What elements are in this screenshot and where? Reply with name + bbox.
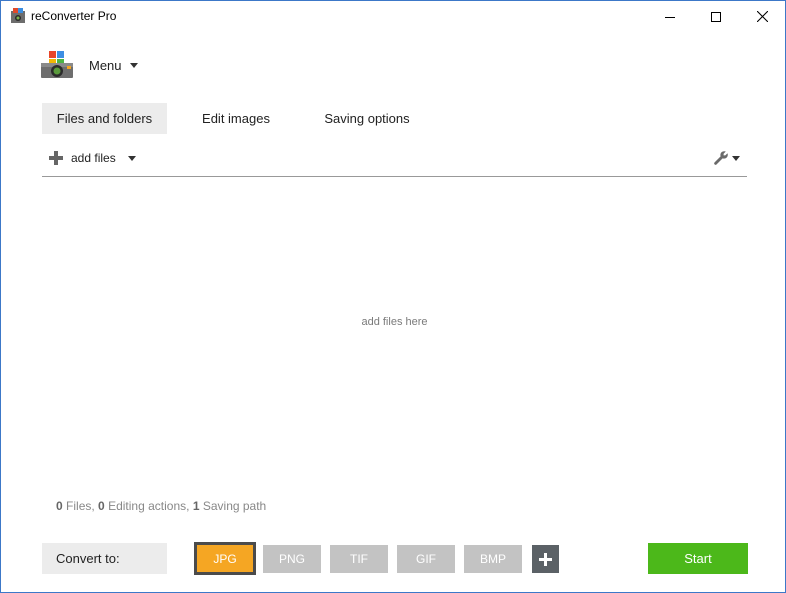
status-summary: 0 Files, 0 Editing actions, 1 Saving pat…	[56, 499, 266, 513]
maximize-button[interactable]	[693, 1, 739, 32]
file-drop-area[interactable]: add files here	[42, 177, 747, 477]
close-icon	[756, 11, 768, 22]
add-format-button[interactable]	[532, 545, 559, 573]
tab-files-and-folders[interactable]: Files and folders	[42, 103, 167, 134]
minimize-icon	[665, 16, 675, 18]
editing-label: Editing actions,	[108, 499, 190, 513]
saving-count: 1	[192, 499, 200, 513]
format-tif-button[interactable]: TIF	[330, 545, 388, 573]
add-files-label: add files	[71, 151, 116, 165]
chevron-down-icon	[129, 63, 138, 68]
maximize-icon	[711, 11, 721, 22]
menu-label: Menu	[89, 58, 122, 73]
format-jpg-button[interactable]: JPG	[194, 542, 256, 575]
title-bar[interactable]: reConverter Pro	[1, 1, 785, 32]
plus-icon	[49, 151, 63, 165]
minimize-button[interactable]	[647, 1, 693, 32]
wrench-icon	[714, 151, 728, 165]
settings-wrench-button[interactable]	[713, 150, 740, 166]
app-logo-icon[interactable]	[40, 49, 74, 81]
close-button[interactable]	[739, 1, 785, 32]
tab-edit-images[interactable]: Edit images	[186, 103, 286, 134]
format-png-button[interactable]: PNG	[263, 545, 321, 573]
add-files-button[interactable]: add files	[49, 149, 136, 167]
plus-icon	[539, 552, 552, 566]
saving-label: Saving path	[202, 499, 267, 513]
chevron-down-icon	[732, 155, 740, 161]
tab-saving-options[interactable]: Saving options	[309, 103, 425, 134]
format-gif-button[interactable]: GIF	[397, 545, 455, 573]
app-icon	[11, 8, 25, 23]
convert-to-label: Convert to:	[42, 543, 167, 574]
menu-button[interactable]: Menu	[89, 58, 138, 73]
files-count: 0	[56, 499, 63, 513]
start-button[interactable]: Start	[648, 543, 748, 574]
app-window: reConverter Pro Menu Files and folders E…	[0, 0, 786, 593]
format-bmp-button[interactable]: BMP	[464, 545, 522, 573]
drop-hint: add files here	[361, 316, 428, 328]
window-title: reConverter Pro	[31, 9, 117, 23]
chevron-down-icon[interactable]	[127, 155, 136, 161]
files-label: Files,	[66, 499, 95, 513]
editing-count: 0	[98, 499, 105, 513]
